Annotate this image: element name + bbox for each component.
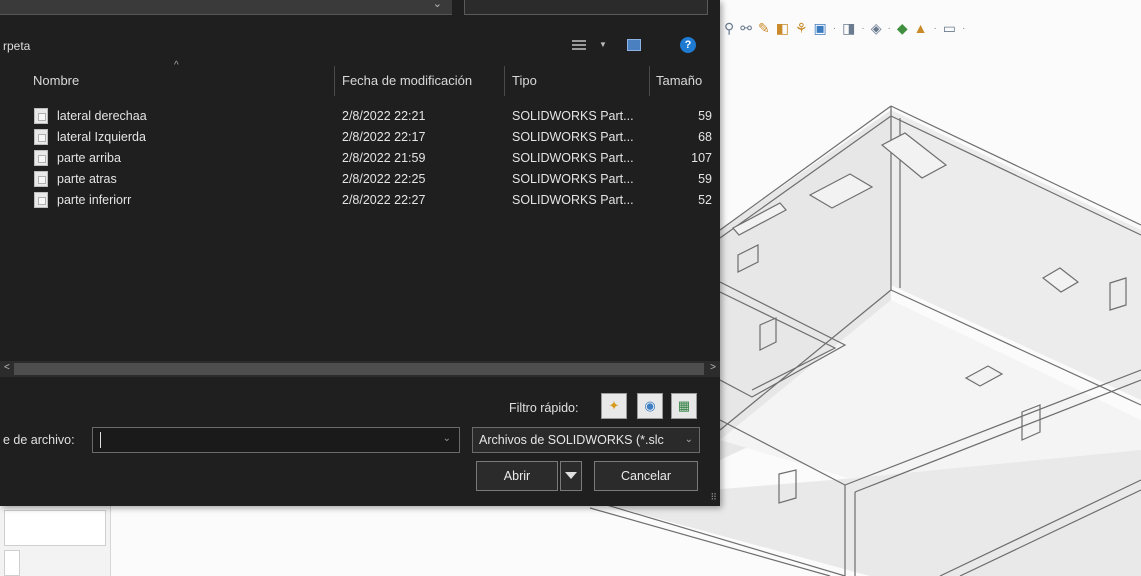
scroll-right-icon[interactable]: > xyxy=(710,362,716,373)
cancel-button[interactable]: Cancelar xyxy=(594,461,698,491)
file-name: parte arriba xyxy=(57,151,121,165)
search-box[interactable] xyxy=(464,0,708,15)
dropdown-separator-icon[interactable]: · xyxy=(962,23,965,34)
file-size: 59 xyxy=(698,172,712,186)
underlying-window-panel xyxy=(0,506,111,576)
file-name: lateral derechaa xyxy=(57,109,147,123)
filter-assemblies-icon[interactable]: ◉ xyxy=(637,393,663,419)
file-type-value: Archivos de SOLIDWORKS (*.slc xyxy=(479,433,664,447)
address-bar[interactable]: ⌄ xyxy=(0,0,452,15)
address-dropdown-icon[interactable]: ⌄ xyxy=(433,0,442,10)
filter-drawings-icon[interactable]: ▦ xyxy=(671,393,697,419)
file-name: parte inferiorr xyxy=(57,193,132,207)
file-row[interactable]: lateral derechaa 2/8/2022 22:21 SOLIDWOR… xyxy=(0,106,712,127)
apply-scene-icon[interactable]: ▲ xyxy=(914,20,928,36)
scrollbar-thumb[interactable] xyxy=(14,363,704,375)
file-name: parte atras xyxy=(57,172,117,186)
file-list: lateral derechaa 2/8/2022 22:21 SOLIDWOR… xyxy=(0,106,712,211)
sort-ascending-icon: ^ xyxy=(174,60,179,71)
file-list-header: ^ Nombre Fecha de modificación Tipo Tama… xyxy=(0,60,720,96)
section-view-icon[interactable]: ◧ xyxy=(776,20,789,36)
file-name: lateral Izquierda xyxy=(57,130,146,144)
solidworks-part-file-icon xyxy=(34,129,48,145)
column-divider[interactable] xyxy=(649,66,650,96)
heads-up-view-toolbar: ⚲ ⚯ ✎ ◧ ⚘ ▣ · ◨ · ◈ · ◆ ▲ · ▭ · xyxy=(724,20,965,36)
dynamic-annotation-icon[interactable]: ⚘ xyxy=(795,20,808,36)
file-type-select[interactable]: Archivos de SOLIDWORKS (*.slc ⌄ xyxy=(472,427,700,453)
file-date: 2/8/2022 21:59 xyxy=(342,151,426,165)
file-date: 2/8/2022 22:27 xyxy=(342,193,426,207)
view-options-icon[interactable] xyxy=(572,38,586,52)
column-header-type[interactable]: Tipo xyxy=(512,73,537,88)
column-header-size[interactable]: Tamaño xyxy=(656,73,702,88)
solidworks-part-file-icon xyxy=(34,108,48,124)
file-type: SOLIDWORKS Part... xyxy=(512,151,634,165)
file-size: 59 xyxy=(698,109,712,123)
open-options-dropdown-icon[interactable] xyxy=(560,461,582,491)
open-button[interactable]: Abrir xyxy=(476,461,558,491)
horizontal-scrollbar[interactable]: < > xyxy=(0,361,720,377)
zoom-to-fit-icon[interactable]: ⚲ xyxy=(724,20,734,36)
hide-show-items-icon[interactable]: ◈ xyxy=(871,20,882,36)
solidworks-part-file-icon xyxy=(34,192,48,208)
file-type: SOLIDWORKS Part... xyxy=(512,109,634,123)
file-type: SOLIDWORKS Part... xyxy=(512,172,634,186)
solidworks-part-file-icon xyxy=(34,171,48,187)
command-bar: rpeta ▼ ? xyxy=(0,34,720,58)
column-header-date[interactable]: Fecha de modificación xyxy=(342,73,472,88)
resize-grip-icon[interactable]: ⠿ xyxy=(710,492,717,503)
display-style-icon[interactable]: ◨ xyxy=(842,20,855,36)
file-row[interactable]: parte inferiorr 2/8/2022 22:27 SOLIDWORK… xyxy=(0,190,712,211)
quick-filter-label: Filtro rápido: xyxy=(509,401,579,415)
solidworks-part-file-icon xyxy=(34,150,48,166)
scroll-left-icon[interactable]: < xyxy=(4,362,10,373)
column-divider[interactable] xyxy=(504,66,505,96)
column-divider[interactable] xyxy=(334,66,335,96)
file-size: 107 xyxy=(691,151,712,165)
file-type: SOLIDWORKS Part... xyxy=(512,130,634,144)
file-row[interactable]: parte arriba 2/8/2022 21:59 SOLIDWORKS P… xyxy=(0,148,712,169)
dropdown-separator-icon[interactable]: · xyxy=(861,23,864,34)
preview-pane-icon[interactable] xyxy=(627,39,641,51)
file-date: 2/8/2022 22:25 xyxy=(342,172,426,186)
file-row[interactable]: lateral Izquierda 2/8/2022 22:17 SOLIDWO… xyxy=(0,127,712,148)
filter-parts-icon[interactable]: ✦ xyxy=(601,393,627,419)
file-size: 68 xyxy=(698,130,712,144)
dropdown-separator-icon[interactable]: · xyxy=(887,23,890,34)
file-type-dropdown-icon[interactable]: ⌄ xyxy=(685,434,693,445)
file-date: 2/8/2022 22:21 xyxy=(342,109,426,123)
underlying-panel-box xyxy=(4,550,20,576)
view-dropdown-icon[interactable]: ▼ xyxy=(599,40,607,49)
dropdown-separator-icon[interactable]: · xyxy=(933,23,936,34)
file-row[interactable]: parte atras 2/8/2022 22:25 SOLIDWORKS Pa… xyxy=(0,169,712,190)
dropdown-separator-icon[interactable]: · xyxy=(833,23,836,34)
file-size: 52 xyxy=(698,193,712,207)
underlying-panel-box xyxy=(4,510,106,546)
open-file-dialog: ⌄ rpeta ▼ ? ^ Nombre Fecha de modificaci… xyxy=(0,0,720,506)
filename-input[interactable]: ⌄ xyxy=(92,427,460,453)
file-type: SOLIDWORKS Part... xyxy=(512,193,634,207)
zoom-to-area-icon[interactable]: ⚯ xyxy=(740,20,752,36)
new-folder-button[interactable]: rpeta xyxy=(3,39,30,53)
filename-label: e de archivo: xyxy=(3,433,75,447)
previous-view-icon[interactable]: ✎ xyxy=(758,20,770,36)
text-caret xyxy=(100,432,101,448)
filename-dropdown-icon[interactable]: ⌄ xyxy=(443,433,451,444)
help-icon[interactable]: ? xyxy=(680,37,696,53)
view-settings-icon[interactable]: ▭ xyxy=(943,20,956,36)
column-header-name[interactable]: Nombre xyxy=(33,73,79,88)
edit-appearance-icon[interactable]: ◆ xyxy=(897,20,908,36)
file-date: 2/8/2022 22:17 xyxy=(342,130,426,144)
view-orientation-icon[interactable]: ▣ xyxy=(814,20,827,36)
